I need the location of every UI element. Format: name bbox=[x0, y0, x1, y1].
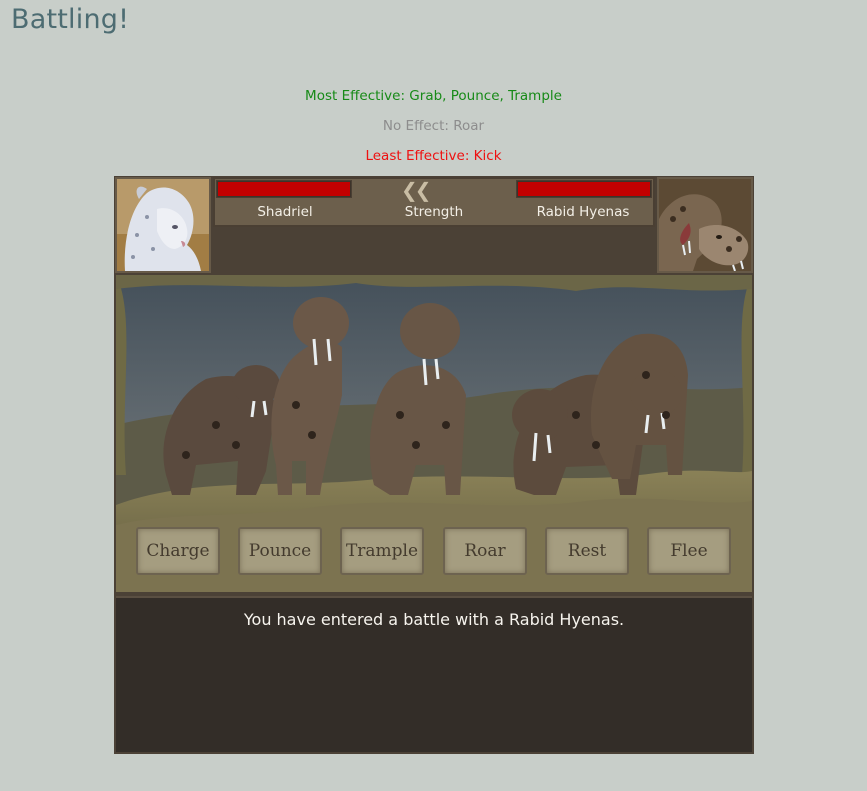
rest-button[interactable]: Rest bbox=[545, 527, 629, 575]
enemy-portrait bbox=[657, 177, 753, 273]
battle-status-bar: ❮❮ Shadriel Strength Rabid Hyenas bbox=[213, 177, 655, 227]
action-buttons: Charge Pounce Trample Roar Rest Flee bbox=[116, 527, 752, 583]
battle-log-message: You have entered a battle with a Rabid H… bbox=[243, 610, 625, 629]
lioness-portrait-image bbox=[117, 179, 209, 271]
strength-label: Strength bbox=[404, 204, 464, 220]
battle-panel: ❮❮ Shadriel Strength Rabid Hyenas Charge… bbox=[114, 176, 754, 754]
most-effective-text: Most Effective: Grab, Pounce, Trample bbox=[305, 88, 562, 104]
least-effective-text: Least Effective: Kick bbox=[365, 148, 502, 164]
enemy-health-bar bbox=[516, 180, 652, 198]
double-chevron-left-icon: ❮❮ bbox=[401, 178, 431, 202]
player-name: Shadriel bbox=[257, 204, 313, 220]
pounce-button[interactable]: Pounce bbox=[238, 527, 322, 575]
charge-button[interactable]: Charge bbox=[136, 527, 220, 575]
player-health-fill bbox=[218, 182, 350, 196]
trample-button[interactable]: Trample bbox=[340, 527, 424, 575]
player-portrait bbox=[115, 177, 211, 273]
no-effect-text: No Effect: Roar bbox=[382, 118, 485, 134]
page-title: Battling! bbox=[11, 4, 130, 35]
enemy-name: Rabid Hyenas bbox=[536, 204, 630, 220]
enemy-health-fill bbox=[518, 182, 650, 196]
battle-log: You have entered a battle with a Rabid H… bbox=[116, 596, 752, 752]
roar-button[interactable]: Roar bbox=[443, 527, 527, 575]
player-health-bar bbox=[216, 180, 352, 198]
hyena-portrait-image bbox=[659, 179, 751, 271]
flee-button[interactable]: Flee bbox=[647, 527, 731, 575]
